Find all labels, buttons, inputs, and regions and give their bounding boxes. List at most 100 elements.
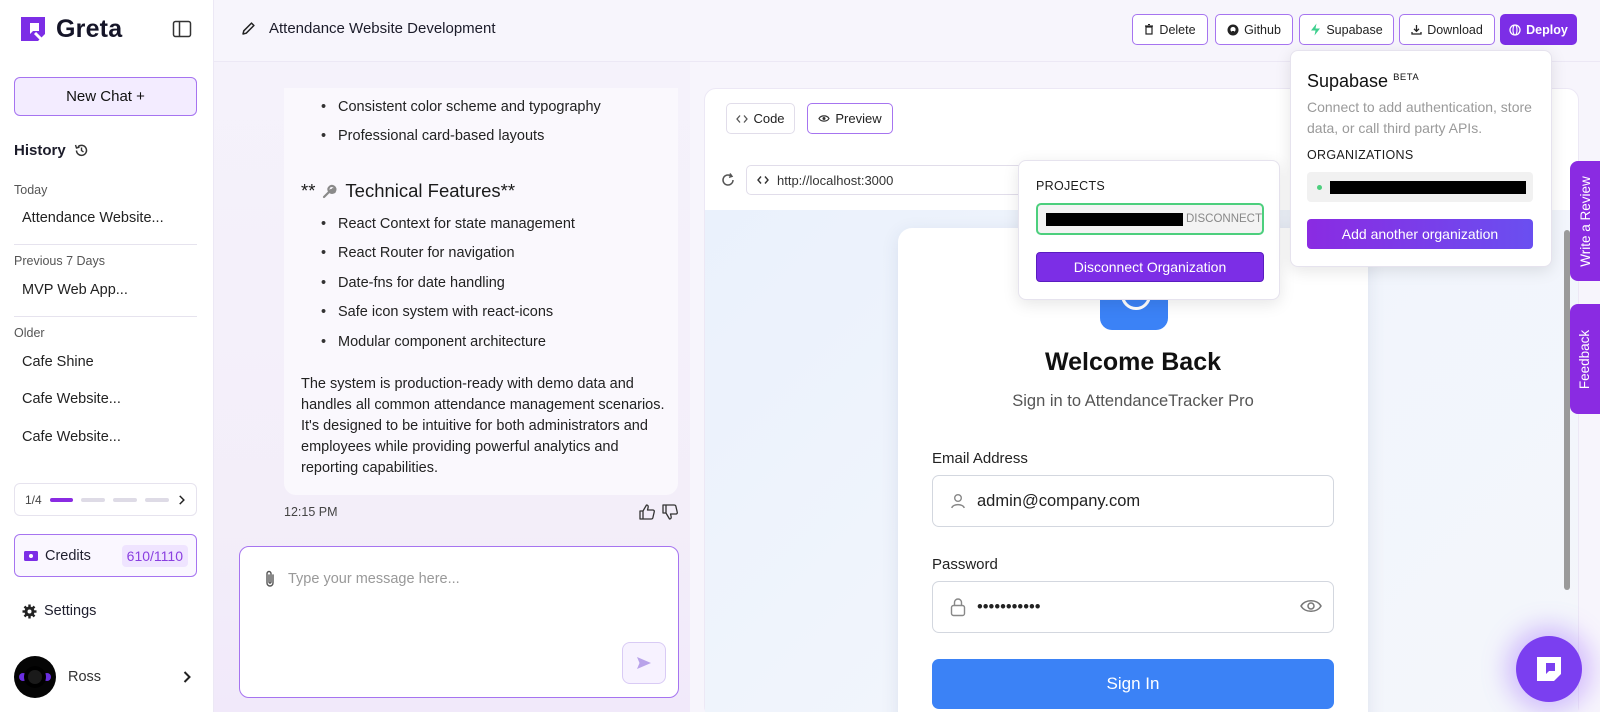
- greta-logo-icon: [21, 17, 45, 42]
- write-review-label: Write a Review: [1577, 175, 1593, 267]
- supabase-description: Connect to add authentication, store dat…: [1307, 99, 1532, 136]
- eye-icon: [818, 115, 831, 122]
- history-pager: 1/4: [14, 483, 197, 516]
- pager-step: [113, 497, 138, 502]
- chevron-right-icon[interactable]: [177, 494, 186, 506]
- pager-label: 1/4: [25, 492, 42, 507]
- tab-code[interactable]: Code: [726, 103, 795, 134]
- assistant-launcher-button[interactable]: [1516, 636, 1582, 702]
- delete-button[interactable]: Delete: [1132, 14, 1208, 45]
- pager-step: [49, 497, 74, 502]
- globe-icon: [1509, 23, 1521, 36]
- refresh-icon[interactable]: [720, 172, 736, 188]
- organization-row[interactable]: [1307, 172, 1533, 202]
- list-item: React Context for state management: [321, 216, 575, 232]
- history-title: History: [14, 142, 89, 159]
- email-label: Email Address: [932, 450, 1028, 467]
- credits-label: Credits: [45, 547, 91, 564]
- list-item: Modular component architecture: [321, 334, 546, 350]
- project-title[interactable]: Attendance Website Development: [240, 20, 496, 37]
- history-icon: [74, 144, 87, 157]
- tab-code-label: Code: [753, 111, 785, 126]
- login-title: Welcome Back: [1044, 348, 1221, 376]
- settings-label: Settings: [44, 603, 97, 619]
- password-label: Password: [932, 556, 998, 573]
- url-bar[interactable]: http://localhost:3000: [746, 165, 1026, 195]
- logo[interactable]: Greta: [18, 14, 122, 44]
- settings-link[interactable]: Settings: [22, 603, 96, 619]
- message-composer[interactable]: Type your message here...: [239, 546, 679, 698]
- ticket-icon: [24, 550, 38, 561]
- write-review-tab[interactable]: Write a Review: [1570, 161, 1600, 281]
- user-name: Ross: [68, 669, 102, 685]
- history-item[interactable]: Cafe Website...: [22, 429, 121, 445]
- send-icon: [637, 657, 651, 669]
- scrollbar[interactable]: [1564, 230, 1570, 590]
- sidebar: Greta New Chat + History Today Attendanc…: [0, 0, 214, 712]
- delete-label: Delete: [1159, 22, 1196, 37]
- section-heading: ** Technical Features**: [301, 180, 515, 202]
- feedback-tab[interactable]: Feedback: [1570, 304, 1600, 414]
- history-group-older: Older: [14, 326, 45, 340]
- password-value: •••••••••••: [977, 597, 1041, 616]
- credits-value: 610/1110: [121, 544, 188, 567]
- paperclip-icon[interactable]: [262, 569, 278, 589]
- tab-preview[interactable]: Preview: [807, 103, 893, 134]
- new-chat-button[interactable]: New Chat +: [14, 77, 197, 116]
- list-item: React Router for navigation: [321, 245, 514, 261]
- url-text: http://localhost:3000: [777, 172, 894, 188]
- divider: [14, 244, 197, 245]
- history-item[interactable]: Attendance Website...: [22, 210, 164, 226]
- thumbs-down-icon[interactable]: [661, 503, 679, 521]
- list-item: Consistent color scheme and typography: [321, 99, 601, 115]
- thumbs-up-icon[interactable]: [638, 503, 656, 521]
- projects-label: PROJECTS: [1036, 179, 1106, 193]
- history-item[interactable]: Cafe Website...: [22, 391, 121, 407]
- history-group-previous-7-days: Previous 7 Days: [14, 254, 106, 268]
- chevron-right-icon[interactable]: [182, 670, 192, 684]
- email-field[interactable]: admin@company.com: [932, 475, 1334, 527]
- app-name: Greta: [56, 14, 123, 43]
- list-item: Safe icon system with react-icons: [321, 304, 553, 320]
- history-label: History: [14, 142, 66, 159]
- trash-icon: [1145, 24, 1154, 35]
- disconnect-organization-button[interactable]: Disconnect Organization: [1036, 252, 1264, 282]
- login-subtitle: Sign in to AttendanceTracker Pro: [1012, 392, 1254, 410]
- message-input[interactable]: Type your message here...: [288, 571, 460, 587]
- wrench-icon: [323, 184, 337, 199]
- download-icon: [1411, 25, 1422, 35]
- supabase-icon: [1311, 23, 1321, 36]
- deploy-label: Deploy: [1526, 22, 1568, 37]
- deploy-button[interactable]: Deploy: [1500, 14, 1577, 45]
- sign-in-button[interactable]: Sign In: [932, 659, 1334, 709]
- redacted-project: [1046, 212, 1183, 226]
- greta-logo-icon: [1537, 657, 1561, 681]
- pencil-icon[interactable]: [240, 20, 257, 37]
- history-item[interactable]: MVP Web App...: [22, 282, 128, 298]
- github-button[interactable]: Github: [1215, 14, 1293, 45]
- credits-panel[interactable]: Credits 610/1110: [14, 534, 197, 577]
- supabase-button[interactable]: Supabase: [1299, 14, 1394, 45]
- supabase-title-text: Supabase: [1307, 71, 1389, 91]
- sidebar-toggle-icon[interactable]: [172, 19, 192, 39]
- github-label: Github: [1244, 22, 1281, 37]
- pager-step: [81, 497, 106, 502]
- redacted-organization: [1330, 180, 1526, 194]
- history-item[interactable]: Cafe Shine: [22, 354, 94, 370]
- download-button[interactable]: Download: [1399, 14, 1495, 45]
- user-profile[interactable]: Ross: [14, 656, 101, 698]
- password-field[interactable]: •••••••••••: [932, 581, 1334, 633]
- tab-preview-label: Preview: [835, 111, 882, 126]
- supabase-title: Supabase BETA: [1307, 71, 1419, 92]
- organizations-label: ORGANIZATIONS: [1307, 148, 1414, 162]
- show-password-icon[interactable]: [1300, 598, 1322, 614]
- add-organization-button[interactable]: Add another organization: [1307, 219, 1533, 249]
- project-row[interactable]: DISCONNECT: [1036, 203, 1264, 235]
- lock-icon: [950, 598, 966, 617]
- list-item: Professional card-based layouts: [321, 128, 544, 144]
- download-label: Download: [1427, 22, 1483, 37]
- gear-icon: [22, 604, 37, 618]
- status-dot: [1317, 184, 1322, 190]
- send-button[interactable]: [622, 642, 666, 684]
- disconnect-link[interactable]: DISCONNECT: [1186, 213, 1262, 225]
